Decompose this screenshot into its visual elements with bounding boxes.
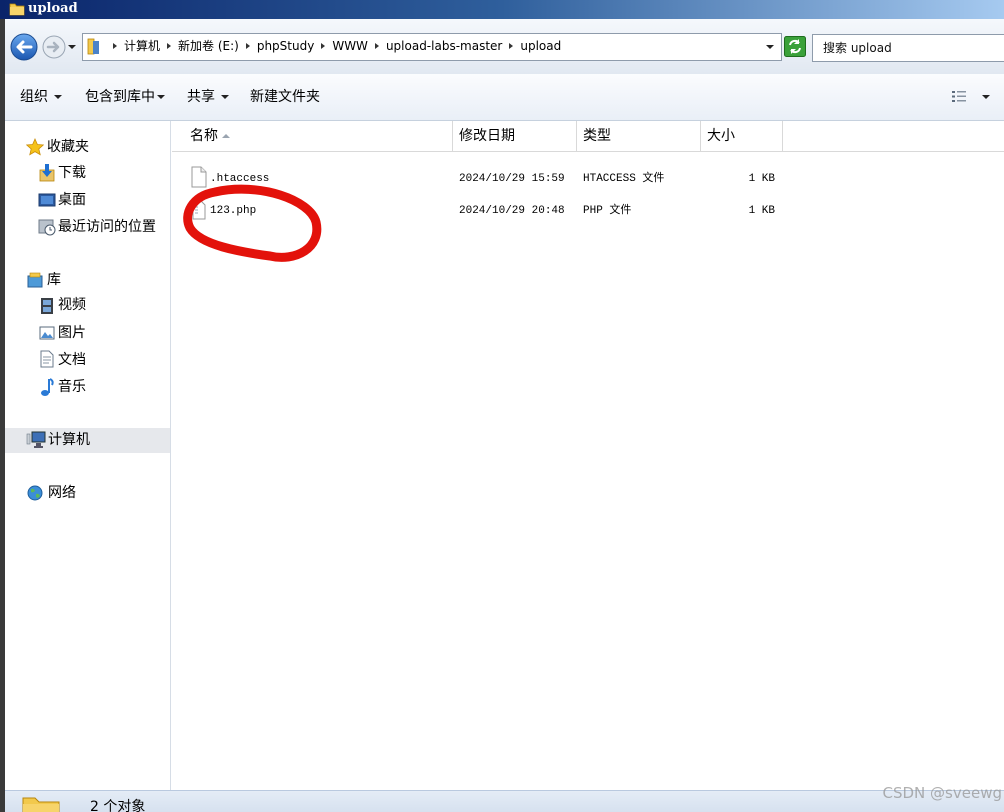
breadcrumb-separator-icon[interactable]	[167, 43, 172, 49]
new-folder-button[interactable]: 新建文件夹	[250, 88, 320, 106]
organize-label: 组织	[20, 89, 48, 105]
share-dropdown-icon[interactable]	[221, 95, 229, 99]
column-header-filler	[783, 121, 1004, 152]
breadcrumb-separator-icon[interactable]	[374, 43, 379, 49]
nav-videos[interactable]: 视频	[58, 296, 86, 314]
column-header-type-label: 类型	[583, 128, 611, 144]
column-header-name[interactable]: 名称	[172, 121, 453, 152]
file-modified: 2024/10/29 20:48	[459, 205, 565, 217]
status-bar: 2 个对象	[5, 790, 1004, 812]
new-folder-label: 新建文件夹	[250, 89, 320, 105]
breadcrumb-separator-icon[interactable]	[113, 43, 117, 49]
organize-button[interactable]: 组织	[20, 88, 48, 106]
refresh-button[interactable]	[784, 36, 806, 61]
breadcrumb-item-phpstudy[interactable]: phpStudy	[257, 38, 315, 54]
breadcrumb: 计算机 新加卷 (E:) phpStudy WWW upload-labs-ma…	[106, 38, 561, 54]
video-icon	[39, 297, 55, 319]
watermark: CSDN @sveewg	[882, 784, 1002, 802]
libraries-icon	[26, 271, 44, 293]
recent-places-icon	[38, 218, 56, 240]
column-header-type[interactable]: 类型	[577, 121, 701, 152]
nav-desktop[interactable]: 桌面	[58, 191, 86, 209]
file-type: HTACCESS 文件	[583, 173, 665, 185]
sort-ascending-icon	[222, 134, 230, 138]
file-size: 1 KB	[748, 173, 775, 185]
share-button[interactable]: 共享	[187, 88, 215, 106]
forward-button[interactable]	[42, 35, 66, 63]
folder-icon	[9, 1, 25, 21]
folder-icon	[21, 794, 61, 812]
share-label: 共享	[187, 89, 215, 105]
documents-icon	[40, 350, 54, 372]
breadcrumb-item-volume-e[interactable]: 新加卷 (E:)	[178, 38, 239, 54]
column-header-size-label: 大小	[707, 128, 735, 144]
music-icon	[40, 377, 54, 401]
computer-icon	[26, 431, 46, 453]
desktop-icon	[38, 192, 56, 212]
item-count: 2 个对象	[90, 799, 146, 812]
breadcrumb-item-upload[interactable]: upload	[520, 38, 561, 54]
include-in-library-dropdown-icon[interactable]	[157, 95, 165, 99]
table-row[interactable]: 123.php 2024/10/29 20:48 PHP 文件 1 KB	[172, 198, 1004, 224]
window-title: upload	[28, 1, 78, 16]
address-dropdown-icon[interactable]	[766, 45, 774, 49]
php-file-icon	[192, 200, 206, 224]
breadcrumb-item-computer[interactable]: 计算机	[124, 38, 160, 54]
column-header-modified[interactable]: 修改日期	[453, 121, 577, 152]
nav-documents[interactable]: 文档	[58, 351, 86, 369]
table-row[interactable]: .htaccess 2024/10/29 15:59 HTACCESS 文件 1…	[172, 166, 1004, 192]
column-header-modified-label: 修改日期	[459, 128, 515, 144]
include-in-library-button[interactable]: 包含到库中	[85, 88, 155, 106]
breadcrumb-item-www[interactable]: WWW	[332, 38, 368, 54]
nav-recent-places[interactable]: 最近访问的位置	[58, 218, 156, 236]
nav-computer[interactable]: 计算机	[48, 431, 90, 449]
file-name[interactable]: 123.php	[210, 203, 256, 219]
view-dropdown-icon[interactable]	[982, 95, 990, 99]
breadcrumb-separator-icon[interactable]	[509, 43, 514, 49]
column-header-size[interactable]: 大小	[701, 121, 783, 152]
include-in-library-label: 包含到库中	[85, 89, 155, 105]
file-type: PHP 文件	[583, 205, 632, 217]
folder-icon	[87, 37, 101, 59]
nav-music[interactable]: 音乐	[58, 378, 86, 396]
nav-favorites[interactable]: 收藏夹	[47, 138, 89, 156]
breadcrumb-item-upload-labs-master[interactable]: upload-labs-master	[386, 38, 502, 54]
nav-pictures[interactable]: 图片	[58, 324, 86, 342]
file-modified: 2024/10/29 15:59	[459, 173, 565, 185]
nav-libraries[interactable]: 库	[47, 271, 61, 289]
column-header-name-label: 名称	[190, 128, 218, 144]
title-bar[interactable]	[0, 0, 1004, 19]
nav-downloads[interactable]: 下载	[58, 164, 86, 182]
network-icon	[26, 484, 44, 506]
star-icon	[25, 137, 45, 160]
downloads-icon	[39, 164, 55, 186]
organize-dropdown-icon[interactable]	[54, 95, 62, 99]
back-button[interactable]	[10, 33, 38, 65]
file-icon	[191, 166, 207, 192]
view-options-icon[interactable]	[951, 89, 967, 108]
file-name[interactable]: .htaccess	[210, 171, 269, 187]
breadcrumb-separator-icon[interactable]	[321, 43, 326, 49]
file-size: 1 KB	[748, 205, 775, 217]
pictures-icon	[39, 325, 55, 345]
nav-network[interactable]: 网络	[48, 484, 76, 502]
search-input[interactable]	[812, 34, 1004, 62]
history-dropdown-icon[interactable]	[68, 45, 76, 49]
breadcrumb-separator-icon[interactable]	[245, 43, 250, 49]
